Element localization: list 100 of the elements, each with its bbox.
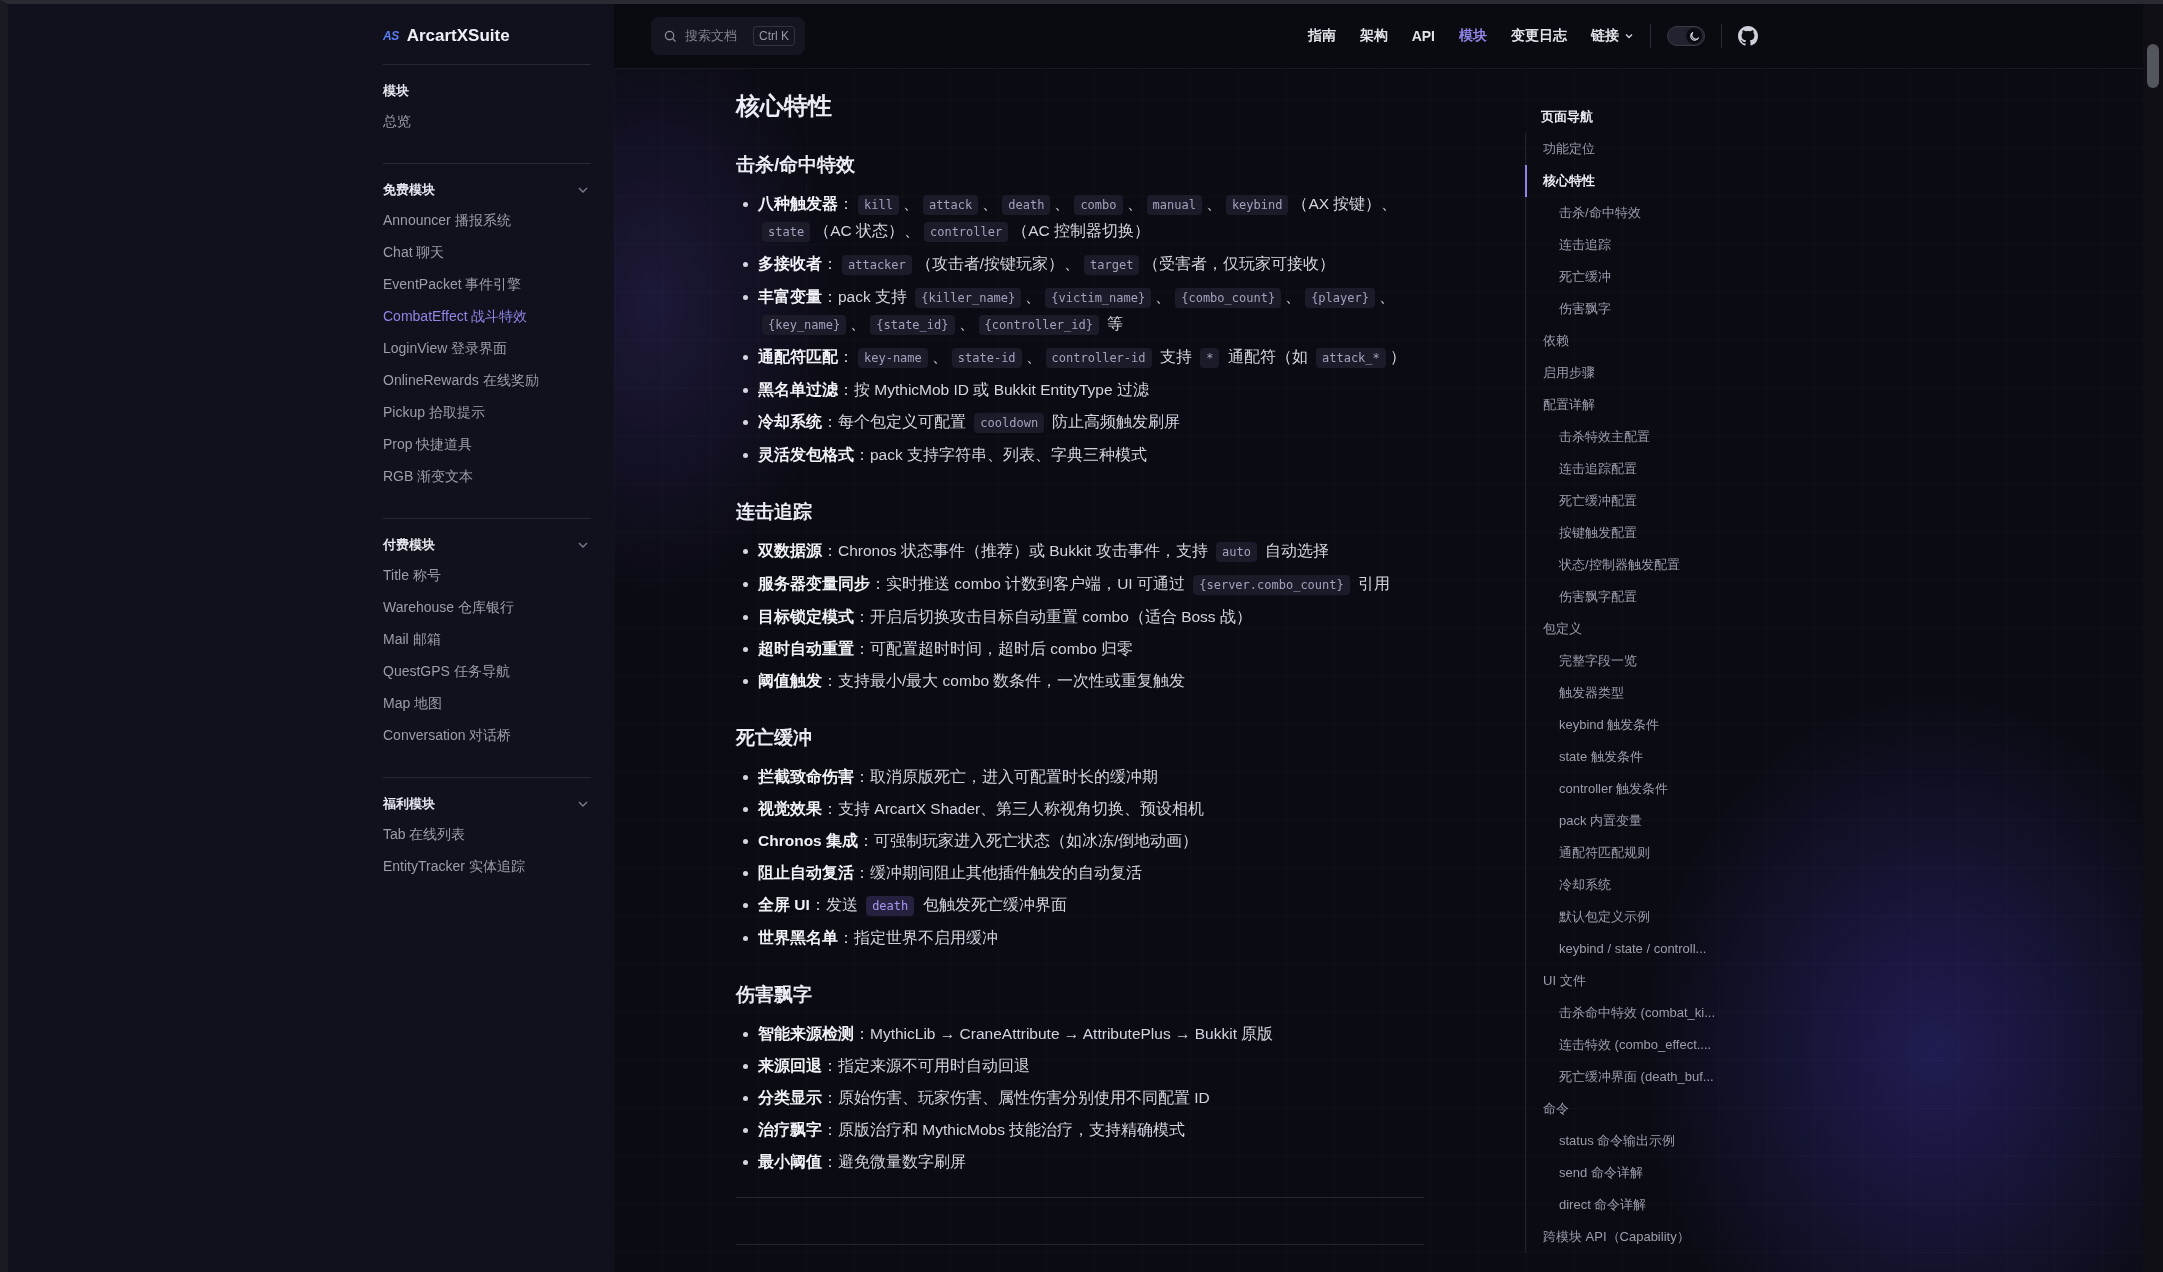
sidebar-item[interactable]: OnlineRewards 在线奖励 — [383, 364, 591, 396]
sidebar-item[interactable]: CombatEffect 战斗特效 — [383, 300, 591, 332]
bullet-dot — [743, 453, 748, 458]
nav-link[interactable]: 架构 — [1359, 27, 1388, 45]
code-snippet: {killer_name} — [915, 288, 1022, 308]
toc-link[interactable]: 连击追踪 — [1525, 229, 1765, 261]
list-item-text: 灵活发包格式：pack 支持字符串、列表、字典三种模式 — [758, 445, 1148, 465]
shortcut-key: Ctrl K — [753, 26, 795, 46]
sidebar-item[interactable]: EntityTracker 实体追踪 — [383, 850, 591, 882]
toc-link[interactable]: 连击特效 (combo_effect.... — [1525, 1029, 1765, 1061]
group-title[interactable]: 免费模块 — [383, 181, 435, 199]
sidebar-item[interactable]: LoginView 登录界面 — [383, 332, 591, 364]
toc-link[interactable]: UI 文件 — [1525, 965, 1765, 997]
bullet-dot — [743, 420, 748, 425]
sidebar-item[interactable]: Pickup 拾取提示 — [383, 396, 591, 428]
sidebar-item[interactable]: Mail 邮箱 — [383, 623, 591, 655]
toc-link[interactable]: 连击追踪配置 — [1525, 453, 1765, 485]
sidebar-item[interactable]: Warehouse 仓库银行 — [383, 591, 591, 623]
code-snippet: keybind — [1225, 195, 1289, 215]
toc-link[interactable]: status 命令输出示例 — [1525, 1125, 1765, 1157]
toc-link[interactable]: 功能定位 — [1525, 133, 1765, 165]
sidebar-item[interactable]: Tab 在线列表 — [383, 818, 591, 850]
list-item-text: 服务器变量同步：实时推送 combo 计数到客户端，UI 可通过 {server.combo_count} 引用 — [758, 571, 1391, 598]
code-snippet: {key_name} — [762, 315, 847, 335]
bullet-dot — [743, 295, 748, 300]
list-item-text: 全屏 UI：发送 death 包触发死亡缓冲界面 — [758, 892, 1067, 919]
nav-dropdown[interactable]: 链接 — [1591, 27, 1634, 45]
bullet-dot — [743, 262, 748, 267]
code-snippet: death — [866, 896, 915, 916]
bullet-dot — [743, 775, 748, 780]
list-item-text: 黑名单过滤：按 MythicMob ID 或 Bukkit EntityType 过滤 — [758, 380, 1149, 400]
toc-link[interactable]: pack 内置变量 — [1525, 805, 1765, 837]
site-title[interactable]: ArcartXSuite — [406, 26, 510, 46]
toc-link[interactable]: 通配符匹配规则 — [1525, 837, 1765, 869]
sidebar-item[interactable]: Chat 聊天 — [383, 236, 591, 268]
bullet-dot — [743, 615, 748, 620]
sidebar-item[interactable]: Map 地图 — [383, 687, 591, 719]
bullet-dot — [743, 582, 748, 587]
toc-link[interactable]: 启用步骤 — [1525, 357, 1765, 389]
sidebar-item[interactable]: QuestGPS 任务导航 — [383, 655, 591, 687]
toc-link[interactable]: direct 命令详解 — [1525, 1189, 1765, 1221]
list-item-text: 目标锁定模式：开启后切换攻击目标自动重置 combo（适合 Boss 战） — [758, 607, 1252, 627]
toc-link[interactable]: 击杀特效主配置 — [1525, 421, 1765, 453]
theme-toggle[interactable] — [1667, 26, 1705, 46]
code-snippet: {controller_id} — [978, 315, 1099, 335]
toc-link[interactable]: 冷却系统 — [1525, 869, 1765, 901]
nav-link[interactable]: 指南 — [1307, 27, 1336, 45]
code-snippet: {server.combo_count} — [1193, 575, 1350, 595]
toc-link[interactable]: 状态/控制器触发配置 — [1525, 549, 1765, 581]
bullet-dot — [743, 549, 748, 554]
toc-link[interactable]: 默认包定义示例 — [1525, 901, 1765, 933]
bullet-dot — [743, 903, 748, 908]
toc-link[interactable]: 击杀命中特效 (combat_ki... — [1525, 997, 1765, 1029]
github-link[interactable] — [1738, 26, 1758, 46]
toc-link[interactable]: 死亡缓冲界面 (death_buf... — [1525, 1061, 1765, 1093]
list-item-text: 丰富变量：pack 支持 {killer_name} 、 {victim_name} 、 {combo_count} 、 {player} 、 {key_name} 、 {state_id} 、 {controller_id} 等 — [758, 284, 1424, 338]
toc-link[interactable]: 命令 — [1525, 1093, 1765, 1125]
code-snippet: * — [1200, 348, 1220, 368]
nav-link[interactable]: 变更日志 — [1511, 27, 1567, 45]
toc-link[interactable]: 击杀/命中特效 — [1525, 197, 1765, 229]
toc-link[interactable]: 包定义 — [1525, 613, 1765, 645]
toc-link[interactable]: 伤害飘字 — [1525, 293, 1765, 325]
sidebar-item[interactable]: Title 称号 — [383, 559, 591, 591]
sidebar-item[interactable]: Announcer 播报系统 — [383, 204, 591, 236]
toc-link[interactable]: state 触发条件 — [1525, 741, 1765, 773]
sidebar-item[interactable]: RGB 渐变文本 — [383, 460, 591, 492]
nav-link[interactable]: API — [1411, 28, 1435, 44]
toc-link[interactable]: 触发器类型 — [1525, 677, 1765, 709]
toc-link[interactable]: 死亡缓冲配置 — [1525, 485, 1765, 517]
scrollbar[interactable] — [2143, 4, 2163, 1272]
code-snippet: controller-id — [1045, 348, 1152, 368]
toc-link[interactable]: send 命令详解 — [1525, 1157, 1765, 1189]
toc-link[interactable]: 核心特性 — [1525, 165, 1765, 197]
toc-link[interactable]: 伤害飘字配置 — [1525, 581, 1765, 613]
toc-link[interactable]: 配置详解 — [1525, 389, 1765, 421]
search-field[interactable]: 搜索文档 Ctrl K — [651, 17, 805, 55]
list-item-text: 最小阈值：避免微量数字刷屏 — [758, 1152, 966, 1172]
nav-link[interactable]: 模块 — [1459, 27, 1487, 45]
sidebar-item[interactable]: Conversation 对话桥 — [383, 719, 591, 751]
sidebar-item[interactable]: 总览 — [383, 105, 591, 137]
toc-link[interactable]: keybind / state / controll... — [1525, 933, 1765, 965]
group-title[interactable]: 福利模块 — [383, 795, 435, 813]
group-title[interactable]: 付费模块 — [383, 536, 435, 554]
toc-link[interactable]: keybind 触发条件 — [1525, 709, 1765, 741]
sidebar-item[interactable]: Prop 快捷道具 — [383, 428, 591, 460]
toc-link[interactable]: 跨模块 API（Capability） — [1525, 1221, 1765, 1253]
toc-link[interactable]: 依赖 — [1525, 325, 1765, 357]
bullet-dot — [743, 647, 748, 652]
list-item-text: 智能来源检测：MythicLib → CraneAttribute → AttributePlus → Bukkit 原版 — [758, 1024, 1274, 1044]
toc-link[interactable]: 死亡缓冲 — [1525, 261, 1765, 293]
toc-link[interactable]: 按键触发配置 — [1525, 517, 1765, 549]
toc-link[interactable]: 完整字段一览 — [1525, 645, 1765, 677]
code-snippet: attacker — [842, 255, 912, 275]
scrollbar-thumb[interactable] — [2147, 44, 2159, 88]
list-item-text: Chronos 集成：可强制玩家进入死亡状态（如冰冻/倒地动画） — [758, 831, 1199, 851]
sidebar-item[interactable]: EventPacket 事件引擎 — [383, 268, 591, 300]
code-snippet: {state_id} — [870, 315, 955, 335]
code-snippet: attack — [922, 195, 979, 215]
code-snippet: target — [1084, 255, 1140, 275]
toc-link[interactable]: controller 触发条件 — [1525, 773, 1765, 805]
